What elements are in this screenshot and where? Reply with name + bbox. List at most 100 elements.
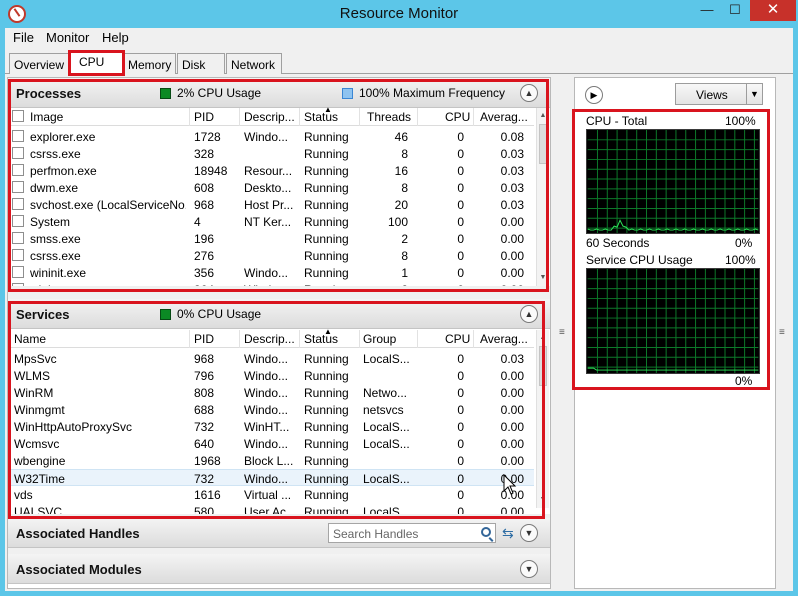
tab-disk[interactable]: Disk xyxy=(177,53,225,74)
col-name[interactable]: Name xyxy=(14,332,46,346)
row-checkbox[interactable] xyxy=(12,232,24,244)
col-status[interactable]: Status xyxy=(304,332,338,346)
service-row[interactable]: WinRM 808 Windo... Running Netwo... 0 0.00 xyxy=(8,384,534,401)
col-threads[interactable]: Threads xyxy=(367,110,411,124)
row-checkbox[interactable] xyxy=(12,147,24,159)
col-cpu[interactable]: CPU xyxy=(445,332,470,346)
col-description[interactable]: Descrip... xyxy=(244,110,295,124)
cell-description: Virtual ... xyxy=(244,488,292,502)
search-handles-input[interactable]: Search Handles xyxy=(328,523,496,543)
process-row[interactable]: System 4 NT Ker... Running 100 0 0.00 xyxy=(8,213,534,230)
tab-overview[interactable]: Overview xyxy=(9,53,69,74)
process-row[interactable]: csrss.exe 276 Running 8 0 0.00 xyxy=(8,247,534,264)
select-all-checkbox[interactable] xyxy=(12,110,24,122)
cell-status: Running xyxy=(304,130,349,144)
scroll-up-icon[interactable]: ▲ xyxy=(537,110,549,122)
row-checkbox[interactable] xyxy=(12,249,24,261)
cell-name: Winmgmt xyxy=(14,403,65,417)
cell-pid: 968 xyxy=(194,352,215,366)
max-frequency-legend-icon xyxy=(342,88,353,99)
service-row[interactable]: W32Time 732 Windo... Running LocalS... 0 0.00 xyxy=(8,469,534,486)
title-bar: Resource Monitor — ☐ ✕ xyxy=(0,0,798,28)
modules-expand-button[interactable]: ▼ xyxy=(520,560,538,578)
refresh-icon[interactable]: ⇆ xyxy=(502,525,514,542)
menu-help[interactable]: Help xyxy=(102,30,129,45)
processes-header[interactable]: Processes 2% CPU Usage 100% Maximum Freq… xyxy=(8,78,550,108)
col-pid[interactable]: PID xyxy=(194,332,214,346)
process-row[interactable]: perfmon.exe 18948 Resour... Running 16 0 0.03 xyxy=(8,162,534,179)
cell-cpu: 0 xyxy=(457,232,464,246)
cell-threads: 16 xyxy=(394,164,408,178)
cell-cpu: 0 xyxy=(457,386,464,400)
process-row[interactable]: svchost.exe (LocalServiceNo... 968 Host Pr… xyxy=(8,196,534,213)
service-row[interactable]: WLMS 796 Windo... Running 0 0.00 xyxy=(8,367,534,384)
tab-memory[interactable]: Memory xyxy=(123,53,176,74)
scroll-thumb[interactable] xyxy=(539,124,547,164)
section-splitter[interactable] xyxy=(8,286,550,299)
services-scrollbar[interactable]: ▲ ▼ xyxy=(536,330,549,508)
cpu-details-pane: Processes 2% CPU Usage 100% Maximum Freq… xyxy=(7,77,551,589)
col-status[interactable]: Status xyxy=(304,110,338,124)
close-button[interactable]: ✕ xyxy=(750,0,796,21)
handles-expand-button[interactable]: ▼ xyxy=(520,524,538,542)
col-average-cpu[interactable]: Averag... xyxy=(480,332,528,346)
cell-threads: 2 xyxy=(401,232,408,246)
process-row[interactable]: explorer.exe 1728 Windo... Running 46 0 0.08 xyxy=(8,128,534,145)
col-average-cpu[interactable]: Averag... xyxy=(480,110,528,124)
scroll-up-icon[interactable]: ▲ xyxy=(537,332,549,344)
tab-strip: Overview CPU Memory Disk Network xyxy=(5,50,793,75)
cell-cpu: 0 xyxy=(457,488,464,502)
col-group[interactable]: Group xyxy=(363,332,396,346)
service-row[interactable]: wbengine 1968 Block L... Running 0 0.00 xyxy=(8,452,534,469)
row-checkbox[interactable] xyxy=(12,215,24,227)
service-row[interactable]: MpsSvc 968 Windo... Running LocalS... 0 0.03 xyxy=(8,350,534,367)
row-checkbox[interactable] xyxy=(12,181,24,193)
cell-status: Running xyxy=(304,249,349,263)
search-icon[interactable] xyxy=(481,527,491,537)
cell-description: Windo... xyxy=(244,266,289,280)
expand-pane-icon[interactable]: ▶ xyxy=(585,86,603,104)
cell-name: csrss.exe xyxy=(30,147,81,161)
cpu-total-min: 0% xyxy=(735,236,753,250)
row-checkbox[interactable] xyxy=(12,164,24,176)
row-checkbox[interactable] xyxy=(12,130,24,142)
menu-monitor[interactable]: Monitor xyxy=(46,30,89,45)
scroll-thumb[interactable] xyxy=(539,346,547,386)
tab-cpu[interactable]: CPU xyxy=(70,50,123,75)
scroll-down-icon[interactable]: ▼ xyxy=(537,494,549,506)
col-cpu[interactable]: CPU xyxy=(445,110,470,124)
services-header[interactable]: Services 0% CPU Usage ▲ xyxy=(8,299,550,329)
service-row[interactable]: Winmgmt 688 Windo... Running netsvcs 0 0.00 xyxy=(8,401,534,418)
scroll-down-icon[interactable]: ▼ xyxy=(537,272,549,284)
service-row[interactable]: vds 1616 Virtual ... Running 0 0.00 xyxy=(8,486,534,503)
service-row[interactable]: Wcmsvc 640 Windo... Running LocalS... 0 0.00 xyxy=(8,435,534,452)
row-checkbox[interactable] xyxy=(12,198,24,210)
col-image[interactable]: Image xyxy=(30,110,63,124)
row-checkbox[interactable] xyxy=(12,266,24,278)
minimize-button[interactable]: — xyxy=(694,0,720,21)
tab-network[interactable]: Network xyxy=(226,53,282,74)
main-window: File Monitor Help Overview CPU Memory Di… xyxy=(5,28,793,591)
services-collapse-button[interactable]: ▲ xyxy=(520,305,538,323)
col-pid[interactable]: PID xyxy=(194,110,214,124)
process-row[interactable]: dwm.exe 608 Deskto... Running 8 0 0.03 xyxy=(8,179,534,196)
handles-header[interactable]: Associated Handles Search Handles ⇆ ▼ xyxy=(8,518,550,548)
views-dropdown[interactable]: Views ▼ xyxy=(675,83,763,105)
pane-splitter[interactable]: ≡ xyxy=(553,77,571,589)
process-row[interactable]: smss.exe 196 Running 2 0 0.00 xyxy=(8,230,534,247)
maximize-button[interactable]: ☐ xyxy=(722,0,748,21)
process-row[interactable]: csrss.exe 328 Running 8 0 0.03 xyxy=(8,145,534,162)
service-row[interactable]: WinHttpAutoProxySvc 732 WinHT... Running Loc… xyxy=(8,418,534,435)
cpu-usage-legend-icon xyxy=(160,309,171,320)
cell-threads: 20 xyxy=(394,198,408,212)
right-splitter[interactable]: ≡ xyxy=(777,77,789,589)
modules-header[interactable]: Associated Modules ▼ xyxy=(8,554,550,584)
cell-name: explorer.exe xyxy=(30,130,96,144)
cell-description: Windo... xyxy=(244,437,289,451)
processes-collapse-button[interactable]: ▲ xyxy=(520,84,538,102)
cell-description: NT Ker... xyxy=(244,215,292,229)
col-description[interactable]: Descrip... xyxy=(244,332,295,346)
processes-scrollbar[interactable]: ▲ ▼ xyxy=(536,108,549,286)
menu-file[interactable]: File xyxy=(13,30,34,45)
process-row[interactable]: wininit.exe 356 Windo... Running 1 0 0.00 xyxy=(8,264,534,281)
